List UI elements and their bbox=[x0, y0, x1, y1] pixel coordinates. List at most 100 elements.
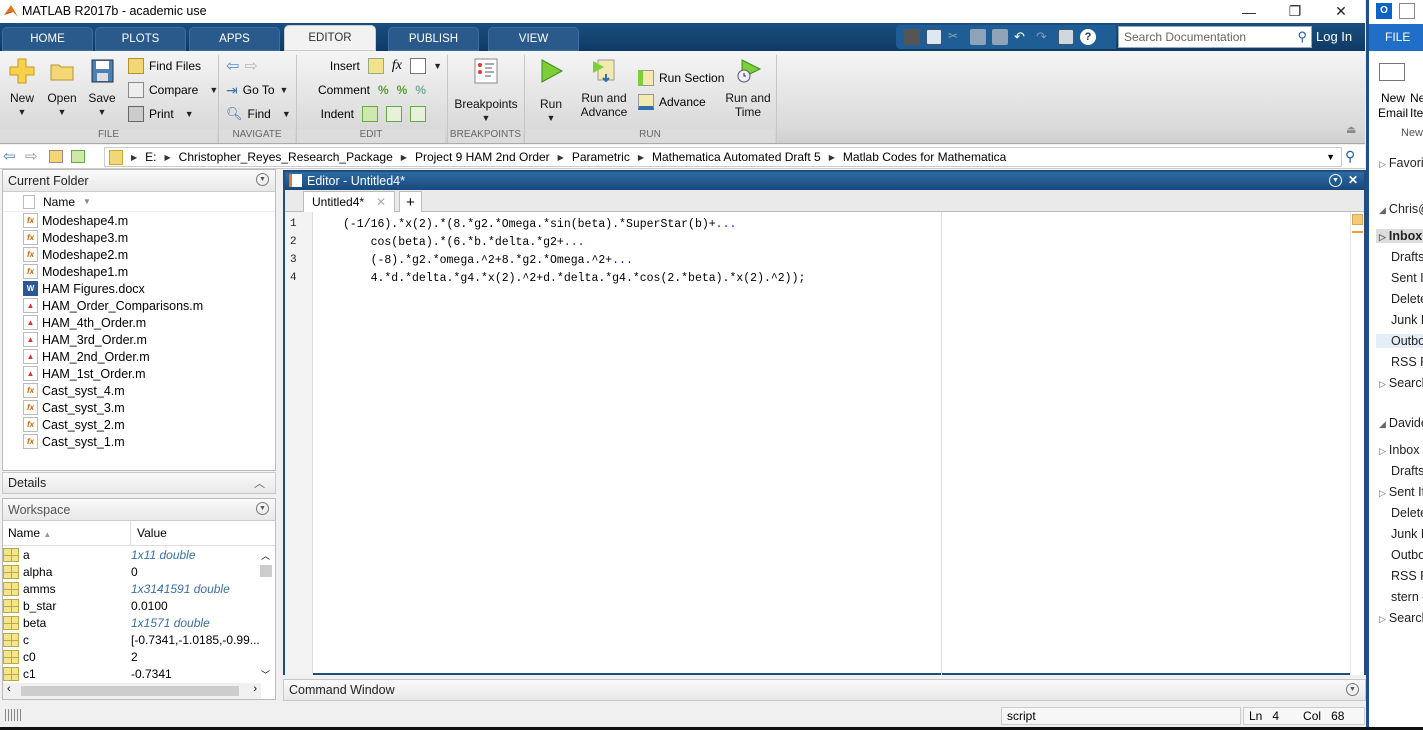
find-button[interactable]: 🔍︎ Find ▼ bbox=[226, 104, 291, 124]
tab-view[interactable]: VIEW bbox=[488, 27, 579, 51]
panel-actions-icon[interactable]: ▼ bbox=[256, 173, 269, 186]
file-list-item[interactable]: ▲ HAM_4th_Order.m bbox=[3, 314, 275, 331]
file-list-item[interactable]: fx Cast_syst_3.m bbox=[3, 399, 275, 416]
column-header-name[interactable]: Name ▼ bbox=[3, 192, 275, 212]
back-arrow-icon[interactable]: ⇦ bbox=[226, 56, 239, 76]
run-button[interactable]: Run ▼ bbox=[536, 57, 566, 125]
file-list-item[interactable]: ▲ HAM_Order_Comparisons.m bbox=[3, 297, 275, 314]
panel-actions-icon[interactable]: ▼ bbox=[1346, 683, 1359, 696]
increase-indent-icon[interactable] bbox=[386, 106, 402, 122]
login-link[interactable]: Log In bbox=[1316, 29, 1352, 44]
new-tab-button[interactable]: + bbox=[399, 191, 422, 212]
collapse-toolstrip-icon[interactable]: ⏏ bbox=[1346, 123, 1356, 136]
save-icon[interactable] bbox=[926, 29, 942, 45]
folder-search-1[interactable]: ▷Search bbox=[1379, 376, 1423, 390]
find-files-button[interactable]: Find Files bbox=[128, 56, 218, 76]
folder-sent-2[interactable]: ▷Sent Items bbox=[1379, 485, 1423, 499]
workspace-variable-row[interactable]: amms 1x3141591 double bbox=[3, 580, 275, 597]
search-documentation-input[interactable]: Search Documentation ⚲ bbox=[1118, 26, 1312, 48]
workspace-variable-row[interactable]: c0 2 bbox=[3, 648, 275, 665]
tab-plots[interactable]: PLOTS bbox=[95, 27, 186, 51]
command-window-header[interactable]: Command Window ▼ bbox=[283, 679, 1366, 701]
new-items-button[interactable]: New Items bbox=[1410, 91, 1423, 121]
breadcrumb-item[interactable]: Matlab Codes for Mathematica bbox=[843, 150, 1006, 164]
dropdown-arrow-icon[interactable]: ▼ bbox=[433, 61, 442, 71]
open-button[interactable]: Open ▼ bbox=[47, 57, 77, 119]
code-line[interactable]: 4.*d.*delta.*g4.*x(2).^2+d.*delta.*g4.*c… bbox=[343, 272, 806, 285]
editor-close-icon[interactable]: ✕ bbox=[1348, 173, 1358, 187]
folder-drafts-2[interactable]: Drafts bbox=[1391, 464, 1423, 478]
forward-arrow-icon[interactable]: ⇨ bbox=[244, 56, 257, 76]
breadcrumb-item[interactable]: Parametric bbox=[572, 150, 630, 164]
breadcrumb-item[interactable]: E: bbox=[145, 150, 156, 164]
uncomment-icon[interactable]: % bbox=[397, 83, 408, 97]
file-list-item[interactable]: W HAM Figures.docx bbox=[3, 280, 275, 297]
shortcut-icon[interactable] bbox=[904, 29, 920, 45]
workspace-variable-row[interactable]: c1 -0.7341 bbox=[3, 665, 275, 682]
insert-function-icon[interactable]: fx bbox=[392, 58, 402, 74]
file-list-item[interactable]: fx Cast_syst_4.m bbox=[3, 382, 275, 399]
file-list-item[interactable]: ▲ HAM_1st_Order.m bbox=[3, 365, 275, 382]
up-folder-icon[interactable] bbox=[49, 150, 63, 163]
file-list-item[interactable]: fx Modeshape2.m bbox=[3, 246, 275, 263]
workspace-horizontal-scrollbar[interactable]: ‹ › bbox=[3, 683, 261, 699]
file-list-item[interactable]: fx Modeshape4.m bbox=[3, 212, 275, 229]
tab-close-icon[interactable]: ✕ bbox=[376, 195, 386, 209]
folder-outbox-1[interactable]: Outbox bbox=[1376, 334, 1423, 348]
tab-apps[interactable]: APPS bbox=[189, 27, 280, 51]
tab-home[interactable]: HOME bbox=[2, 27, 93, 51]
breadcrumb-item[interactable]: Project 9 HAM 2nd Order bbox=[415, 150, 550, 164]
browse-folder-icon[interactable] bbox=[71, 150, 85, 163]
run-and-time-button[interactable]: Run and Time bbox=[724, 57, 772, 119]
smart-indent-icon[interactable] bbox=[362, 106, 378, 122]
copy-icon[interactable] bbox=[970, 29, 986, 45]
insert-fi-icon[interactable] bbox=[410, 58, 426, 74]
folder-deleted-1[interactable]: Deleted bbox=[1391, 292, 1423, 306]
folder-junk-1[interactable]: Junk E-mail bbox=[1391, 313, 1423, 327]
comment-icon[interactable]: % bbox=[378, 83, 389, 97]
account-chris[interactable]: ◢Chris@ bbox=[1379, 202, 1423, 216]
account-davide[interactable]: ◢Davide bbox=[1379, 416, 1423, 430]
cut-icon[interactable]: ✂ bbox=[948, 29, 964, 45]
scroll-down-icon[interactable]: ﹀ bbox=[261, 668, 270, 681]
go-to-button[interactable]: ⇥ Go To ▼ bbox=[226, 80, 291, 100]
path-dropdown-icon[interactable]: ▼ bbox=[1326, 152, 1335, 162]
insert-section-icon[interactable] bbox=[367, 58, 384, 74]
workspace-variable-row[interactable]: a 1x11 double bbox=[3, 546, 275, 563]
tab-editor[interactable]: EDITOR bbox=[284, 25, 376, 51]
outlook-qat-icon[interactable] bbox=[1399, 3, 1415, 19]
folder-inbox-2[interactable]: ▷ Inbox bbox=[1379, 443, 1420, 457]
new-email-button[interactable]: New Email bbox=[1378, 91, 1408, 121]
save-button[interactable]: Save ▼ bbox=[88, 57, 116, 119]
scroll-left-icon[interactable]: ‹ bbox=[7, 683, 11, 695]
folder-sent-1[interactable]: Sent Items bbox=[1391, 271, 1423, 285]
code-line[interactable]: (-1/16).*x(2).*(8.*g2.*Omega.*sin(beta).… bbox=[343, 218, 736, 231]
restore-button[interactable]: ❐ bbox=[1272, 0, 1318, 23]
workspace-variable-row[interactable]: b_star 0.0100 bbox=[3, 597, 275, 614]
run-and-advance-button[interactable]: Run and Advance bbox=[578, 57, 630, 119]
undo-icon[interactable]: ↶ bbox=[1014, 29, 1030, 45]
code-line[interactable]: (-8).*g2.*omega.^2+8.*g2.*Omega.^2+... bbox=[343, 254, 633, 267]
details-panel-header[interactable]: Details ︿ bbox=[2, 472, 276, 494]
folder-deleted-2[interactable]: Deleted bbox=[1391, 506, 1423, 520]
file-list-item[interactable]: fx Modeshape3.m bbox=[3, 229, 275, 246]
search-icon[interactable]: ⚲ bbox=[1297, 29, 1307, 45]
run-section-button[interactable]: Run Section bbox=[638, 68, 724, 88]
redo-icon[interactable]: ↷ bbox=[1036, 29, 1052, 45]
workspace-variable-row[interactable]: c [-0.7341,-1.0185,-0.99... bbox=[3, 631, 275, 648]
editor-actions-icon[interactable]: ▼ bbox=[1329, 174, 1342, 187]
workspace-variable-row[interactable]: beta 1x1571 double bbox=[3, 614, 275, 631]
folder-stern-2[interactable]: stern e bbox=[1391, 590, 1423, 604]
wrap-comments-icon[interactable]: % bbox=[415, 83, 426, 97]
scroll-right-icon[interactable]: › bbox=[253, 683, 257, 695]
folder-drafts-1[interactable]: Drafts bbox=[1391, 250, 1423, 264]
breadcrumb-item[interactable]: Christopher_Reyes_Research_Package bbox=[179, 150, 393, 164]
print-button[interactable]: Print ▼ bbox=[128, 104, 218, 124]
help-icon[interactable]: ? bbox=[1080, 29, 1096, 45]
scroll-thumb[interactable] bbox=[21, 686, 239, 696]
breadcrumb-item[interactable]: Mathematica Automated Draft 5 bbox=[652, 150, 821, 164]
paste-icon[interactable] bbox=[992, 29, 1008, 45]
editor-tab-untitled4[interactable]: Untitled4* ✕ bbox=[303, 191, 396, 212]
switch-windows-icon[interactable] bbox=[1058, 29, 1074, 45]
minimize-button[interactable]: — bbox=[1226, 0, 1272, 23]
